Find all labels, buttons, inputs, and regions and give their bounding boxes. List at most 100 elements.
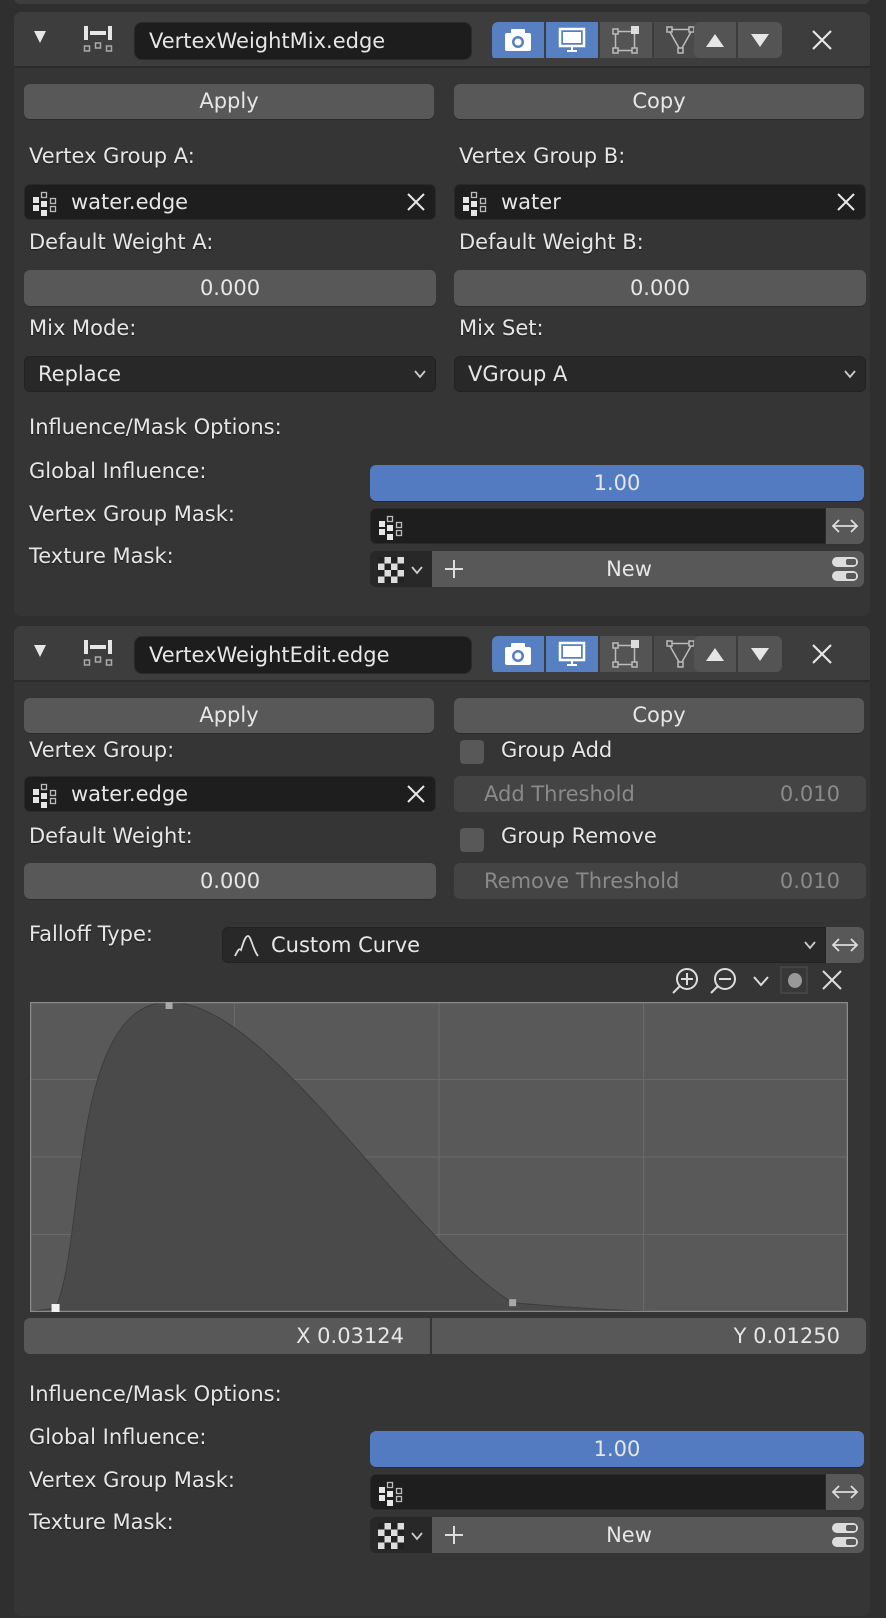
vertex-group-icon: [463, 191, 487, 216]
move-buttons: [694, 636, 782, 672]
vertex-group-field[interactable]: water.edge: [24, 776, 436, 812]
curve-point[interactable]: [509, 1299, 517, 1307]
mix-mode-label: Mix Mode:: [29, 316, 137, 340]
move-up-button[interactable]: [694, 636, 738, 672]
vertex-group-icon: [33, 191, 57, 216]
mix-set-value: VGroup A: [468, 362, 568, 386]
mix-set-dropdown[interactable]: VGroup A: [454, 356, 866, 392]
remove-threshold-input[interactable]: Remove Threshold 0.010: [454, 863, 866, 899]
texture-options-button[interactable]: [826, 551, 864, 587]
default-weight-a-label: Default Weight A:: [29, 230, 214, 254]
render-toggle[interactable]: [492, 22, 546, 58]
edit-mode-icon: [612, 640, 639, 668]
vertex-group-a-value: water.edge: [71, 190, 189, 214]
remove-threshold-label: Remove Threshold: [484, 869, 680, 893]
previous-panel-edge: [14, 0, 870, 4]
checker-texture-icon: [378, 557, 404, 583]
group-add-label[interactable]: Group Add: [501, 738, 612, 762]
curve-menu-chevron-icon[interactable]: [752, 974, 770, 988]
new-texture-button[interactable]: New: [432, 1517, 826, 1553]
move-down-button[interactable]: [738, 636, 782, 672]
monitor-icon: [558, 641, 586, 666]
curve-y-readout[interactable]: Y 0.01250: [432, 1318, 866, 1354]
global-influence-label: Global Influence:: [29, 459, 207, 483]
curve-x-readout[interactable]: X 0.03124: [24, 1318, 430, 1354]
copy-button[interactable]: Copy: [454, 698, 864, 733]
custom-curve-icon: [234, 935, 259, 957]
invert-falloff-button[interactable]: [826, 927, 864, 963]
new-texture-button[interactable]: New: [432, 551, 826, 587]
curve-point-selected[interactable]: [51, 1304, 60, 1312]
invert-mask-button[interactable]: [826, 508, 864, 544]
viewport-toggle[interactable]: [546, 22, 600, 58]
vertex-group-label: Vertex Group:: [29, 738, 175, 762]
collapse-arrow-icon[interactable]: [34, 31, 46, 43]
global-influence-slider[interactable]: 1.00: [370, 1431, 864, 1467]
checker-texture-icon: [378, 1523, 404, 1549]
vertex-group-mask-field[interactable]: [370, 508, 826, 544]
apply-button[interactable]: Apply: [24, 698, 434, 733]
clear-x-icon[interactable]: [835, 191, 857, 213]
falloff-type-dropdown[interactable]: Custom Curve: [222, 927, 826, 963]
plus-icon: [445, 560, 463, 578]
curve-point[interactable]: [165, 1002, 173, 1009]
toggle-switch-icon: [832, 1523, 858, 1547]
collapse-arrow-icon[interactable]: [34, 645, 46, 657]
modifier-vertex-weight-icon: [83, 640, 113, 666]
arrow-up-icon: [706, 647, 724, 661]
cage-triangle-icon: [666, 26, 695, 54]
texture-browse-button[interactable]: [370, 551, 432, 587]
chevron-down-icon: [411, 1532, 423, 1541]
viewport-toggle[interactable]: [546, 636, 600, 672]
render-toggle[interactable]: [492, 636, 546, 672]
vertex-group-mask-field[interactable]: [370, 1474, 826, 1510]
copy-button[interactable]: Copy: [454, 84, 864, 119]
remove-modifier-close-icon[interactable]: [808, 640, 836, 668]
default-weight-input[interactable]: 0.000: [24, 863, 436, 899]
add-threshold-input[interactable]: Add Threshold 0.010: [454, 776, 866, 812]
move-buttons: [694, 22, 782, 58]
clear-x-icon[interactable]: [405, 783, 427, 805]
modifier-name-input[interactable]: VertexWeightMix.edge: [134, 22, 472, 60]
texture-mask-label: Texture Mask:: [29, 1510, 174, 1534]
swap-arrows-icon: [831, 1485, 859, 1499]
group-add-checkbox[interactable]: [460, 740, 484, 764]
clipping-toggle[interactable]: [780, 966, 808, 994]
clear-x-icon[interactable]: [405, 191, 427, 213]
group-remove-label[interactable]: Group Remove: [501, 824, 657, 848]
mix-mode-dropdown[interactable]: Replace: [24, 356, 436, 392]
edit-mode-toggle[interactable]: [600, 636, 654, 672]
move-up-button[interactable]: [694, 22, 738, 58]
texture-browse-button[interactable]: [370, 1517, 432, 1553]
texture-options-button[interactable]: [826, 1517, 864, 1553]
global-influence-slider[interactable]: 1.00: [370, 465, 864, 501]
curve-editor[interactable]: [30, 1002, 848, 1312]
apply-button[interactable]: Apply: [24, 84, 434, 119]
reset-curve-x-icon[interactable]: [820, 968, 844, 992]
vertex-group-a-label: Vertex Group A:: [29, 144, 195, 168]
visibility-toggles: [492, 636, 708, 674]
move-down-button[interactable]: [738, 22, 782, 58]
zoom-in-icon[interactable]: [670, 966, 700, 996]
mix-mode-value: Replace: [38, 362, 122, 386]
vertex-group-b-field[interactable]: water: [454, 184, 866, 220]
default-weight-b-input[interactable]: 0.000: [454, 270, 866, 306]
edit-mode-toggle[interactable]: [600, 22, 654, 58]
modifier-panel-weight-mix: VertexWeightMix.edge Apply Copy Vertex G…: [14, 12, 870, 616]
modifier-name-input[interactable]: VertexWeightEdit.edge: [134, 636, 472, 674]
swap-arrows-icon: [831, 519, 859, 533]
remove-modifier-close-icon[interactable]: [808, 26, 836, 54]
toggle-switch-icon: [832, 557, 858, 581]
vertex-group-mask-label: Vertex Group Mask:: [29, 502, 235, 526]
default-weight-a-input[interactable]: 0.000: [24, 270, 436, 306]
camera-icon: [505, 643, 531, 665]
influence-mask-header: Influence/Mask Options:: [29, 415, 282, 439]
add-threshold-value: 0.010: [779, 782, 840, 806]
arrow-down-icon: [751, 647, 769, 661]
group-remove-checkbox[interactable]: [460, 828, 484, 852]
vertex-group-b-label: Vertex Group B:: [459, 144, 626, 168]
zoom-out-icon[interactable]: [708, 966, 738, 996]
new-texture-label: New: [606, 557, 652, 581]
invert-mask-button[interactable]: [826, 1474, 864, 1510]
vertex-group-a-field[interactable]: water.edge: [24, 184, 436, 220]
